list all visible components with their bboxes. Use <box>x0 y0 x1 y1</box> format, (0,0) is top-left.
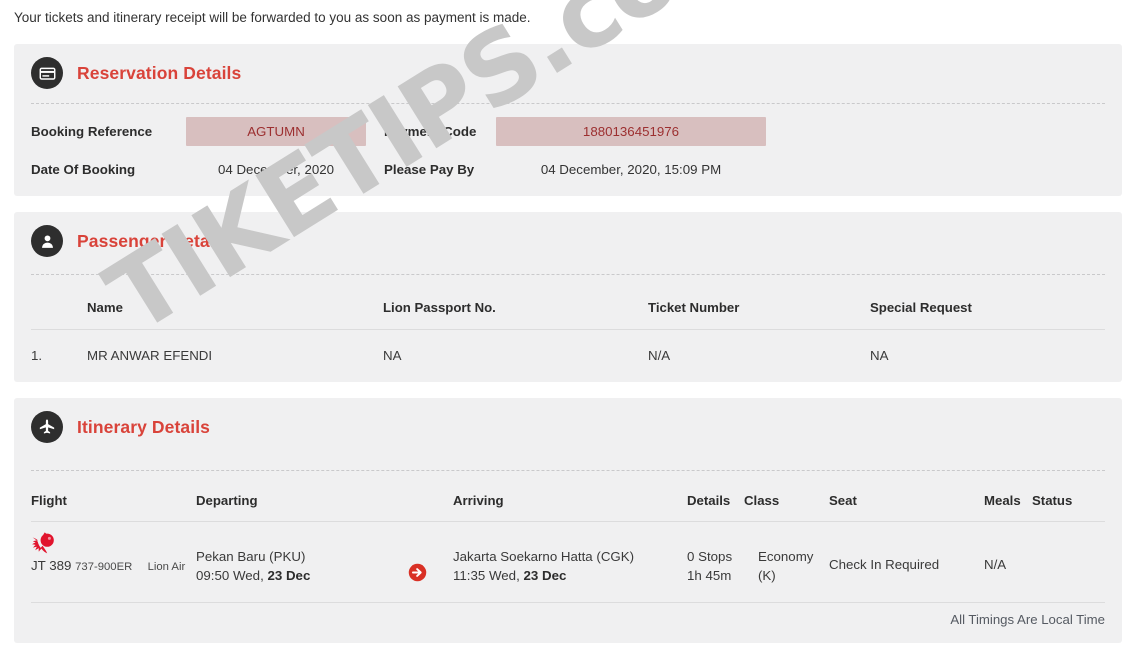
passenger-col-passport: Lion Passport No. <box>383 300 496 315</box>
table-row: JT 389 737-900ER Lion Air Pekan Baru (PK… <box>31 529 1105 585</box>
date-of-booking-value: 04 December, 2020 <box>217 161 335 177</box>
payment-code-label: Payment Code <box>384 123 477 139</box>
reservation-row-2: Date Of Booking 04 December, 2020 Please… <box>31 156 1105 182</box>
payment-notice: Your tickets and itinerary receipt will … <box>14 10 531 25</box>
itinerary-table-header-row: Flight Departing Arriving Details Class … <box>31 493 1105 508</box>
please-pay-by-value: 04 December, 2020, 15:09 PM <box>540 161 722 177</box>
reservation-title: Reservation Details <box>77 62 242 83</box>
passenger-header: Passenger Details <box>31 225 229 257</box>
stops-count: 0 Stops <box>687 549 733 564</box>
arrow-right-icon <box>408 563 427 582</box>
class-name: Economy <box>758 549 814 564</box>
payment-code-value: 1880136451976 <box>496 116 766 146</box>
itinerary-table-body: JT 389 737-900ER Lion Air Pekan Baru (PK… <box>31 529 1105 585</box>
reservation-divider <box>31 103 1105 104</box>
reservation-row-1: Booking Reference AGTUMN Payment Code 18… <box>31 116 1105 146</box>
passenger-table: Name Lion Passport No. Ticket Number Spe… <box>31 300 1105 315</box>
booking-reference-label: Booking Reference <box>31 123 153 139</box>
booking-reference-chip: AGTUMN <box>186 116 366 146</box>
passenger-details-panel: Passenger Details Name Lion Passport No.… <box>14 212 1122 382</box>
reservation-fields: Booking Reference AGTUMN Payment Code 18… <box>31 116 1105 182</box>
arriving-date: 23 Dec <box>523 568 567 583</box>
passenger-title: Passenger Details <box>77 230 230 251</box>
flight-direction-arrow-cell <box>408 529 453 585</box>
aircraft-type: 737-900ER <box>75 561 133 573</box>
itinerary-receipt-page: Your tickets and itinerary receipt will … <box>0 0 1135 653</box>
itinerary-departing-cell: Pekan Baru (PKU) 09:50 Wed, 23 Dec <box>196 529 408 585</box>
itinerary-col-seat: Seat <box>829 493 857 508</box>
passenger-request: NA <box>870 348 889 363</box>
passenger-ticket: N/A <box>648 348 671 363</box>
itinerary-details-cell: 0 Stops 1h 45m <box>687 529 744 585</box>
itinerary-flight-cell: JT 389 737-900ER Lion Air <box>31 529 196 585</box>
departing-time: 09:50 Wed, <box>196 568 264 583</box>
itinerary-arriving-cell: Jakarta Soekarno Hatta (CGK) 11:35 Wed, … <box>453 529 687 585</box>
departing-date: 23 Dec <box>267 568 311 583</box>
itinerary-col-status: Status <box>1032 493 1073 508</box>
passenger-col-ticket: Ticket Number <box>648 300 740 315</box>
itinerary-details-panel: Itinerary Details Flight Departing Arriv… <box>14 398 1122 643</box>
class-code: (K) <box>758 568 776 583</box>
arriving-time: 11:35 Wed, <box>453 568 520 583</box>
passenger-col-request: Special Request <box>870 300 972 315</box>
please-pay-by-label: Please Pay By <box>384 161 475 177</box>
airplane-icon <box>31 411 63 443</box>
passenger-passport: NA <box>383 348 402 363</box>
date-of-booking-label: Date Of Booking <box>31 161 136 177</box>
itinerary-col-meals: Meals <box>984 493 1021 508</box>
passenger-col-name: Name <box>87 300 123 315</box>
local-time-footnote: All Timings Are Local Time <box>950 612 1105 627</box>
itinerary-status-cell <box>1032 529 1092 585</box>
passenger-header-rule <box>31 329 1105 330</box>
itinerary-col-arriving: Arriving <box>453 493 504 508</box>
airline-name: Lion Air <box>147 561 186 573</box>
itinerary-bottom-rule <box>31 602 1105 603</box>
table-row: 1. MR ANWAR EFENDI NA N/A NA <box>31 348 1105 363</box>
credit-card-icon <box>31 57 63 89</box>
itinerary-title: Itinerary Details <box>77 416 211 437</box>
passenger-divider <box>31 274 1105 275</box>
payment-code-chip: 1880136451976 <box>496 116 766 146</box>
itinerary-header-rule <box>31 521 1105 522</box>
booking-reference-value: AGTUMN <box>186 116 366 146</box>
itinerary-col-class: Class <box>744 493 780 508</box>
itinerary-col-spacer <box>408 493 453 508</box>
passenger-table-header-row: Name Lion Passport No. Ticket Number Spe… <box>31 300 1105 315</box>
passenger-col-index <box>31 300 87 315</box>
departing-airport: Pekan Baru (PKU) <box>196 549 306 564</box>
departing-datetime: 09:50 Wed, 23 Dec <box>196 566 408 585</box>
itinerary-header: Itinerary Details <box>31 411 210 443</box>
itinerary-table: Flight Departing Arriving Details Class … <box>31 493 1105 508</box>
itinerary-seat-cell: Check In Required <box>829 557 940 572</box>
itinerary-meals-cell: N/A <box>984 557 1007 572</box>
user-icon <box>31 225 63 257</box>
itinerary-divider <box>31 470 1105 471</box>
passenger-table-body: 1. MR ANWAR EFENDI NA N/A NA <box>31 348 1105 363</box>
itinerary-col-flight: Flight <box>31 493 67 508</box>
reservation-details-panel: Reservation Details Booking Reference AG… <box>14 44 1122 196</box>
itinerary-col-details: Details <box>687 493 731 508</box>
lion-air-logo <box>32 532 54 554</box>
aircraft-and-airline: 737-900ER Lion Air <box>75 561 185 573</box>
flight-duration: 1h 45m <box>687 568 732 583</box>
arriving-datetime: 11:35 Wed, 23 Dec <box>453 566 687 585</box>
arriving-airport: Jakarta Soekarno Hatta (CGK) <box>453 549 635 564</box>
itinerary-col-departing: Departing <box>196 493 258 508</box>
itinerary-class-cell: Economy (K) <box>744 529 829 585</box>
passenger-name: MR ANWAR EFENDI <box>87 348 213 363</box>
flight-number: JT 389 <box>31 558 72 573</box>
passenger-index: 1. <box>31 348 43 363</box>
reservation-header: Reservation Details <box>31 57 241 89</box>
